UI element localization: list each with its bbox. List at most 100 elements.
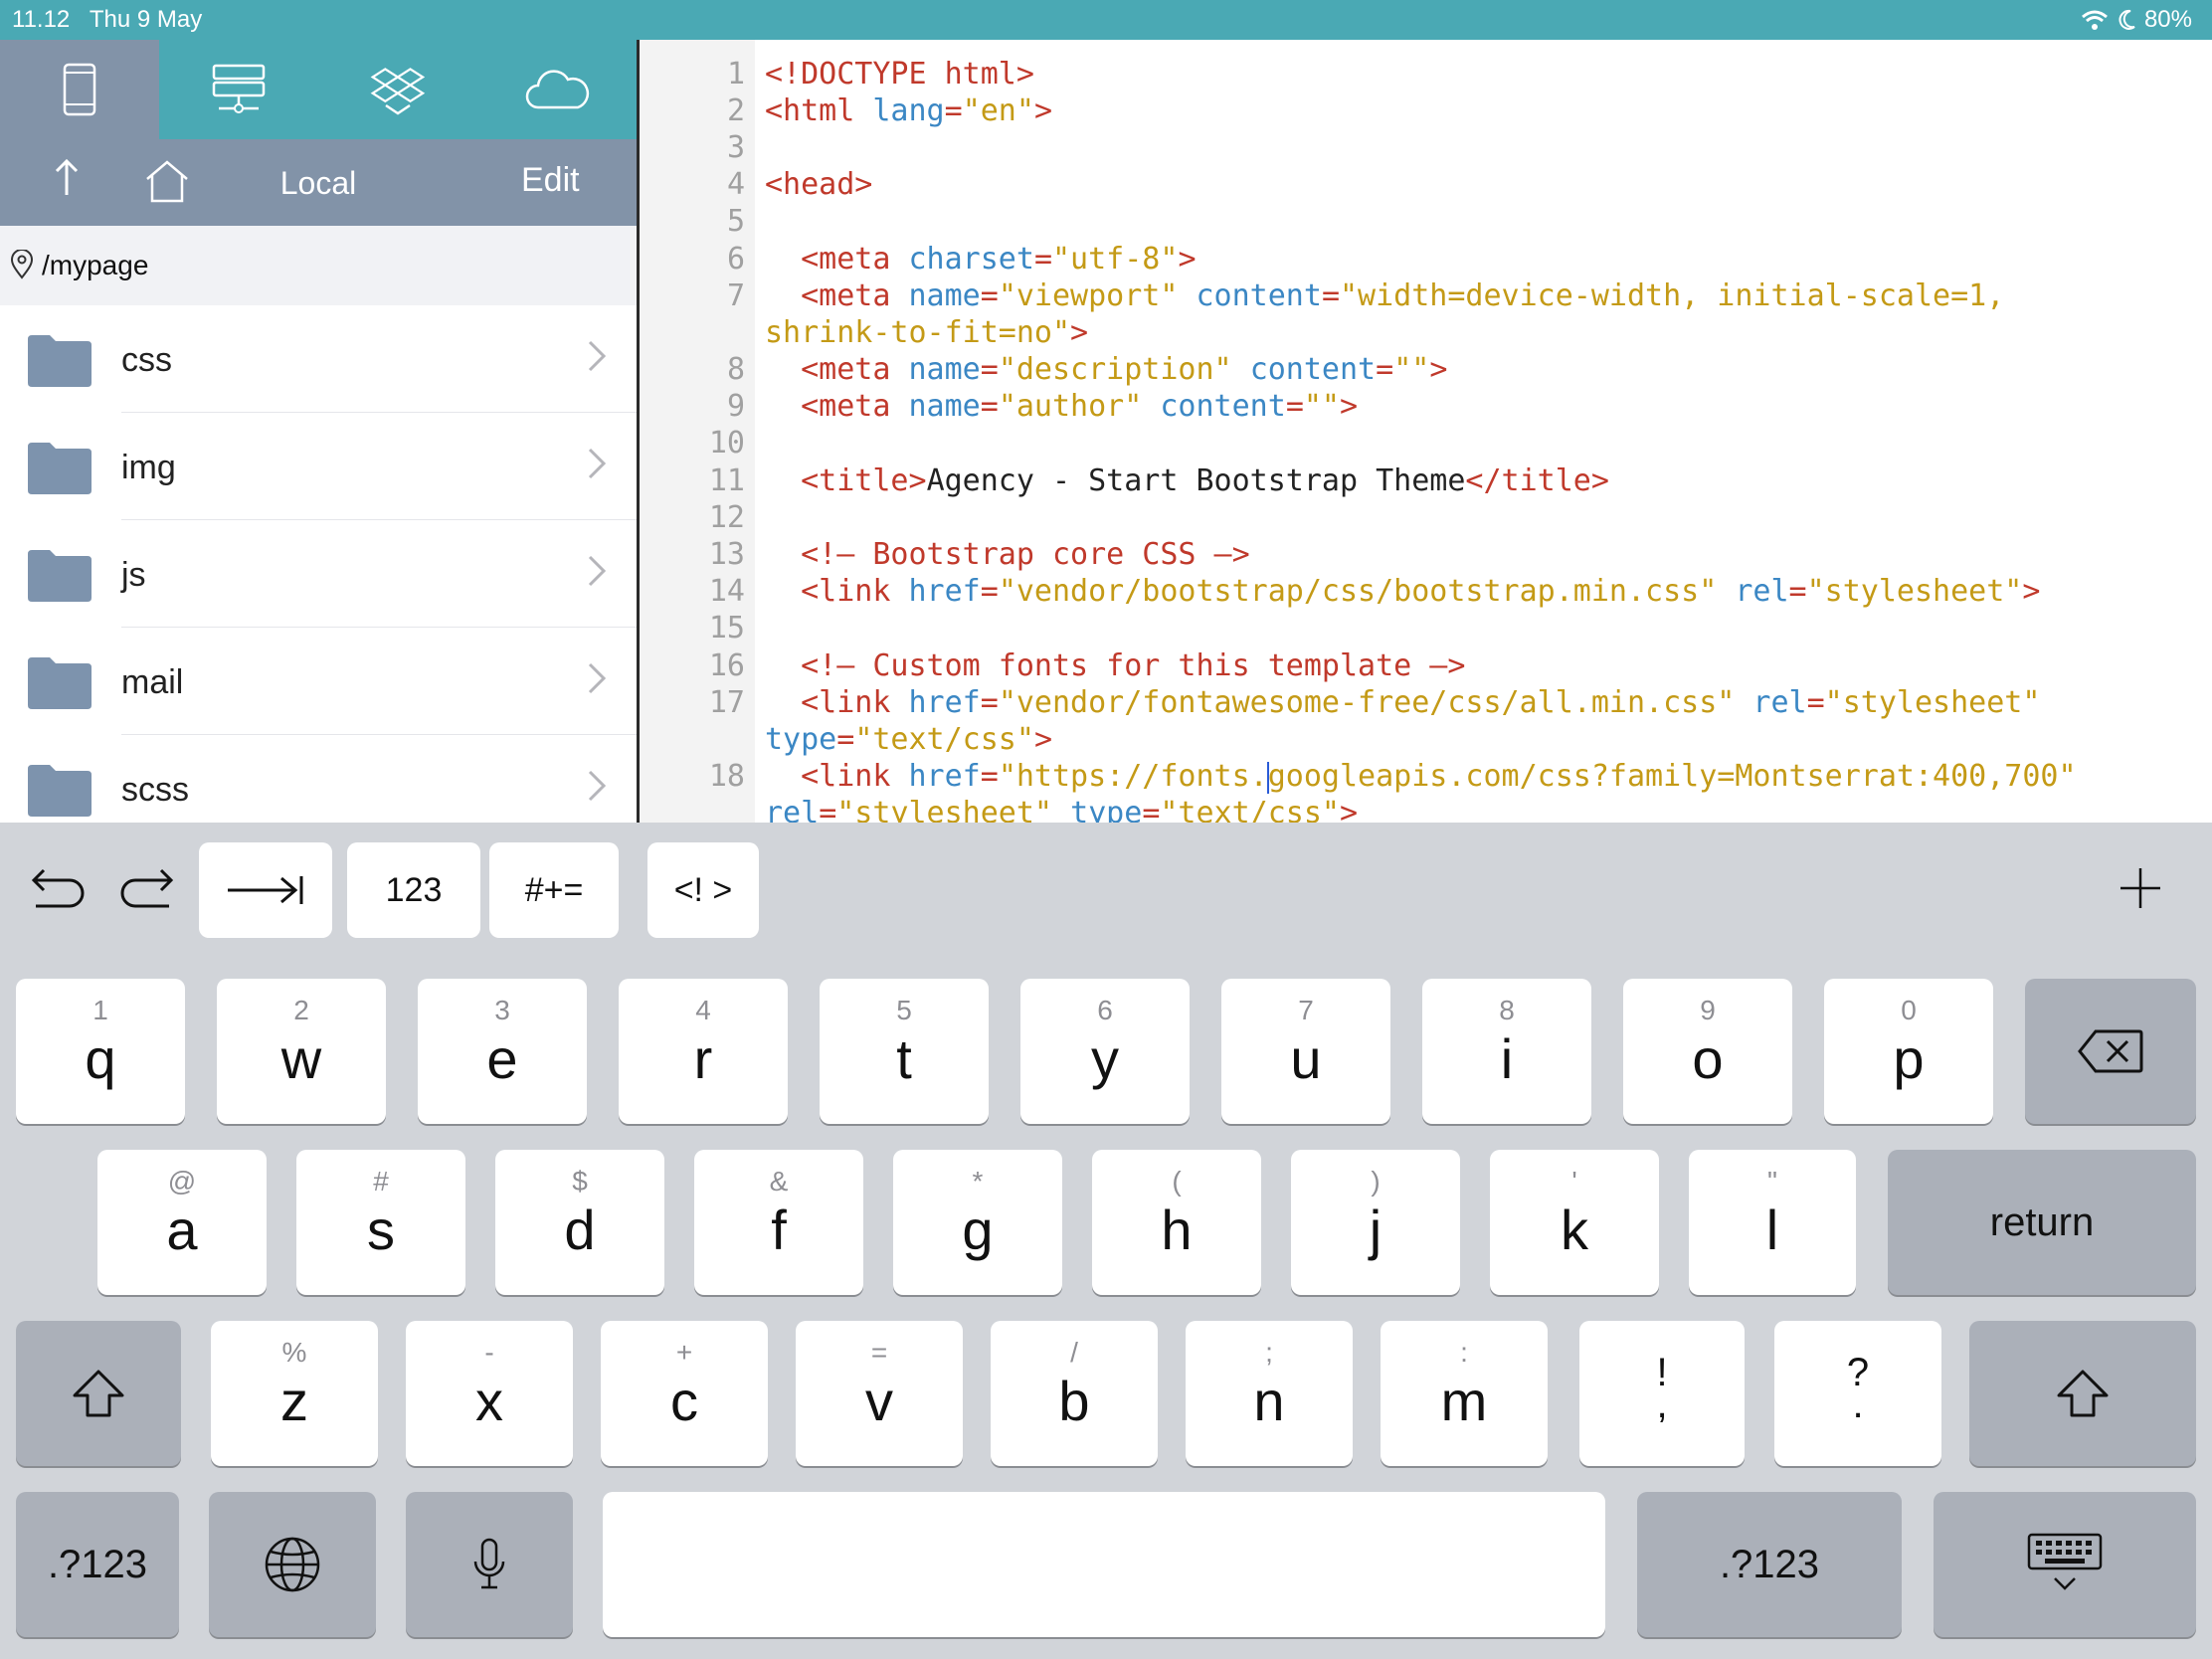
- chevron-right-icon: [588, 555, 607, 587]
- microphone-icon: [473, 1538, 505, 1589]
- key-i[interactable]: 8i: [1422, 979, 1591, 1124]
- status-bar: 11.12 Thu 9 May 80%: [0, 0, 2212, 40]
- key-j[interactable]: ) j: [1291, 1150, 1460, 1295]
- code-line: rel="stylesheet" type="text/css">: [765, 796, 1359, 823]
- symbols-key[interactable]: #+=: [489, 842, 619, 938]
- key-x[interactable]: -x: [406, 1321, 573, 1466]
- key-z[interactable]: % z: [211, 1321, 378, 1466]
- arrow-up-icon[interactable]: [54, 157, 80, 197]
- space-bar[interactable]: [603, 1492, 1605, 1637]
- line-number: 15: [708, 611, 745, 645]
- key-v[interactable]: = v: [796, 1321, 963, 1466]
- keyboard-dismiss-icon: [2027, 1533, 2103, 1590]
- code-line: <link href="vendor/bootstrap/css/bootstr…: [801, 574, 2041, 609]
- code-editor[interactable]: 1 2 3 4 5 6 7 8 9 10 11 12 13 14 15 16 1…: [640, 40, 2212, 823]
- key-y[interactable]: 6y: [1020, 979, 1190, 1124]
- numbers-key[interactable]: 123: [347, 842, 480, 938]
- file-browser: Local Edit /mypage css img js mail scss: [0, 40, 637, 823]
- folder-row[interactable]: img: [0, 413, 637, 520]
- folder-row[interactable]: css: [0, 305, 637, 413]
- source-server[interactable]: [159, 40, 318, 139]
- code-line: <link href="https://fonts.googleapis.com…: [801, 759, 2077, 794]
- tab-arrow-icon: [228, 876, 303, 904]
- status-time: 11.12 Thu 9 May: [12, 6, 203, 33]
- key-r[interactable]: 4r: [619, 979, 788, 1124]
- key-t[interactable]: 5t: [820, 979, 989, 1124]
- code-line: <!– Bootstrap core CSS –>: [801, 537, 1250, 572]
- key-l[interactable]: " l: [1689, 1150, 1856, 1295]
- line-number: 2: [726, 93, 745, 128]
- line-number: 1: [726, 57, 745, 92]
- folder-icon: [28, 443, 92, 494]
- key-u[interactable]: 7u: [1221, 979, 1390, 1124]
- line-gutter: 1 2 3 4 5 6 7 8 9 10 11 12 13 14 15 16 1…: [640, 40, 755, 823]
- folder-name: img: [121, 449, 176, 486]
- line-number: 12: [708, 500, 745, 535]
- return-key[interactable]: return: [1888, 1150, 2196, 1295]
- folder-name: mail: [121, 663, 184, 701]
- line-number: 11: [708, 463, 745, 498]
- key-n[interactable]: ; n: [1186, 1321, 1353, 1466]
- cloud-icon: [525, 70, 590, 109]
- source-cloud[interactable]: [477, 40, 637, 139]
- numbers-mode-key-right[interactable]: .?123: [1637, 1492, 1902, 1637]
- numbers-mode-key-left[interactable]: .?123: [16, 1492, 179, 1637]
- line-number: 9: [726, 389, 745, 424]
- wifi-icon: [2081, 10, 2108, 30]
- current-path: /mypage: [42, 250, 149, 280]
- edit-button[interactable]: Edit: [521, 161, 580, 200]
- code-line: type="text/css">: [765, 722, 1052, 757]
- source-device[interactable]: [0, 40, 159, 139]
- key-m[interactable]: :m: [1381, 1321, 1548, 1466]
- key-b[interactable]: / b: [991, 1321, 1158, 1466]
- plus-icon[interactable]: [2119, 866, 2162, 910]
- server-icon: [212, 64, 266, 113]
- folder-icon: [28, 335, 92, 387]
- dropbox-icon: [370, 68, 426, 115]
- key-q[interactable]: 1q: [16, 979, 185, 1124]
- source-dropbox[interactable]: [318, 40, 477, 139]
- folder-row[interactable]: js: [0, 520, 637, 628]
- folder-row[interactable]: mail: [0, 628, 637, 735]
- key-comma[interactable]: !,: [1579, 1321, 1745, 1466]
- globe-key[interactable]: [209, 1492, 376, 1637]
- key-k[interactable]: ' k: [1490, 1150, 1659, 1295]
- shift-key-right[interactable]: [1969, 1321, 2196, 1466]
- key-c[interactable]: + c: [601, 1321, 768, 1466]
- line-number: 13: [708, 537, 745, 572]
- key-h[interactable]: (h: [1092, 1150, 1261, 1295]
- key-e[interactable]: 3e: [418, 979, 587, 1124]
- redo-icon[interactable]: [119, 868, 175, 912]
- key-a[interactable]: @ a: [97, 1150, 267, 1295]
- code-line: <head>: [765, 167, 873, 202]
- line-number: 17: [708, 685, 745, 720]
- shift-key-left[interactable]: [16, 1321, 181, 1466]
- shift-icon: [73, 1370, 124, 1417]
- code-line: <link href="vendor/fontawesome-free/css/…: [801, 685, 2041, 720]
- key-p[interactable]: 0p: [1824, 979, 1993, 1124]
- key-w[interactable]: 2w: [217, 979, 386, 1124]
- key-s[interactable]: # s: [296, 1150, 465, 1295]
- line-number: 5: [726, 204, 745, 239]
- key-f[interactable]: & f: [694, 1150, 863, 1295]
- line-number: 7: [726, 278, 745, 313]
- code-line: <!– Custom fonts for this template –>: [801, 648, 1466, 683]
- key-period[interactable]: ?.: [1774, 1321, 1941, 1466]
- code-line: shrink-to-fit=no">: [765, 315, 1089, 350]
- folder-name: scss: [121, 771, 189, 809]
- comment-key[interactable]: <! >: [647, 842, 759, 938]
- keyboard-accessory-bar: 123 #+= <! >: [0, 823, 2212, 949]
- key-d[interactable]: $ d: [495, 1150, 664, 1295]
- chevron-right-icon: [588, 662, 607, 694]
- key-g[interactable]: * g: [893, 1150, 1062, 1295]
- code-line: <title>Agency - Start Bootstrap Theme</t…: [801, 463, 1609, 498]
- tab-key[interactable]: [199, 842, 332, 938]
- key-o[interactable]: 9o: [1623, 979, 1792, 1124]
- home-icon[interactable]: [143, 159, 191, 203]
- code-line: <html lang="en">: [765, 93, 1052, 128]
- line-number: 16: [708, 648, 745, 683]
- undo-icon[interactable]: [30, 868, 86, 912]
- dismiss-keyboard-key[interactable]: [1934, 1492, 2196, 1637]
- dictation-key[interactable]: [406, 1492, 573, 1637]
- backspace-key[interactable]: [2025, 979, 2196, 1124]
